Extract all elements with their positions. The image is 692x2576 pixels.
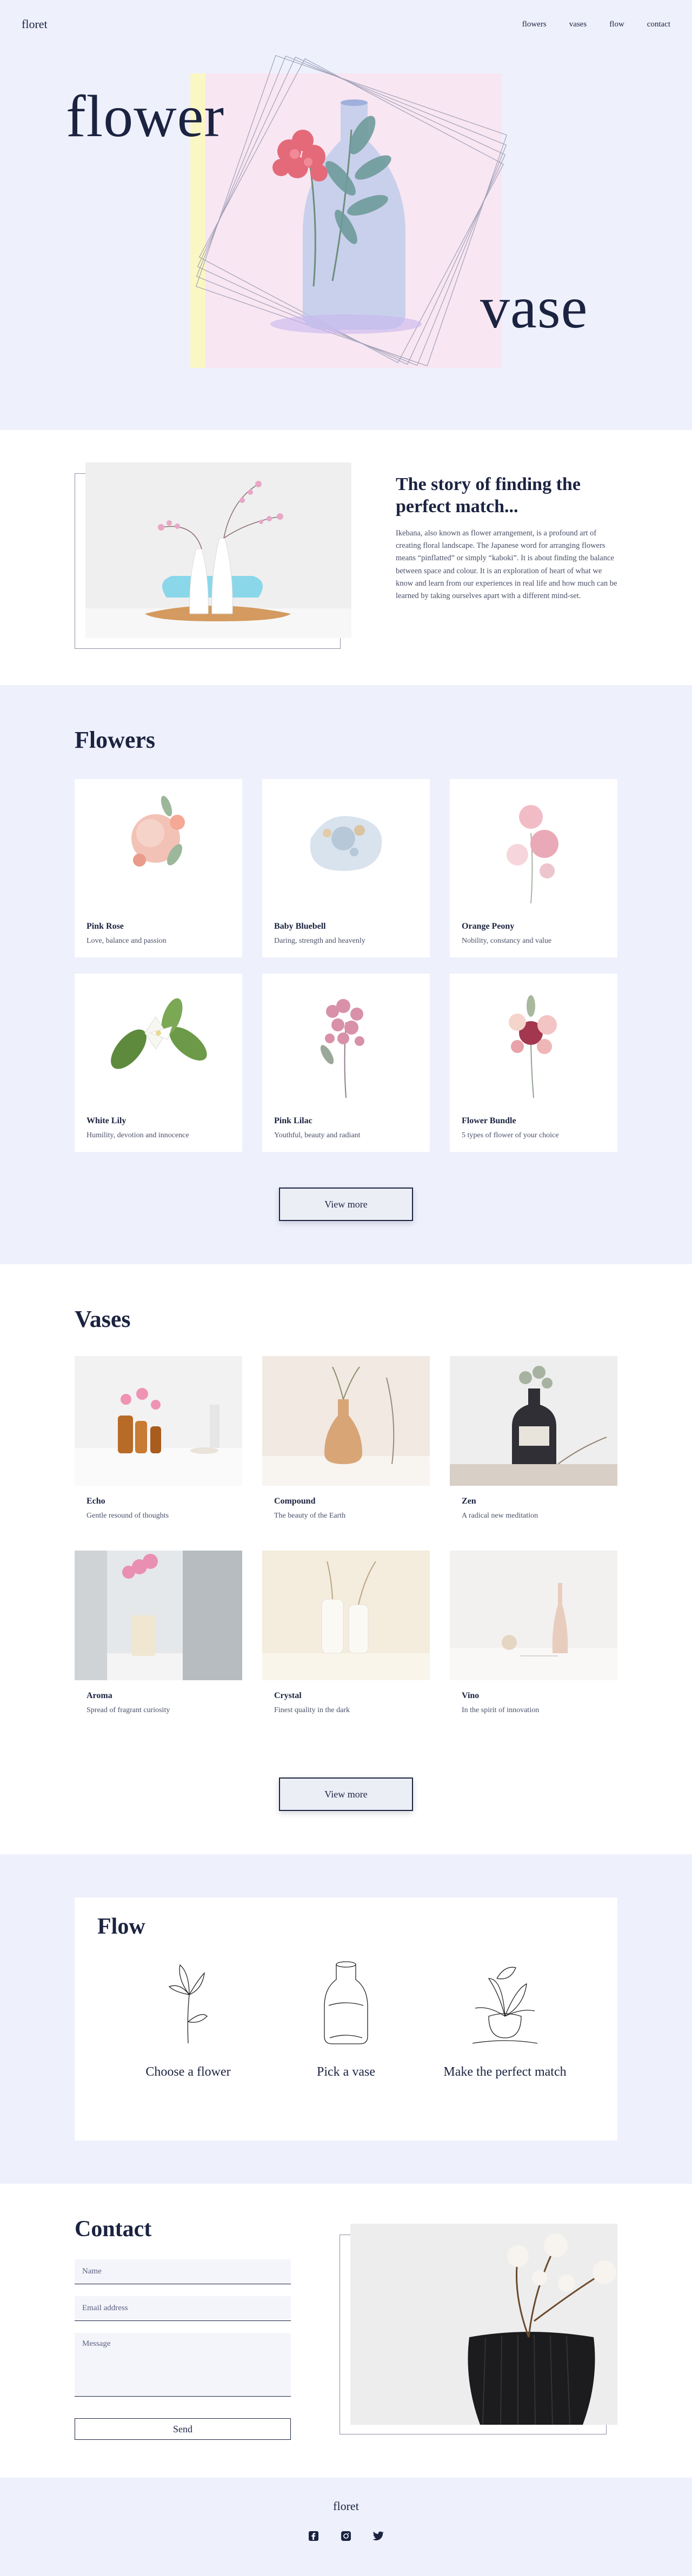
flower-line-icon	[168, 1964, 208, 2044]
flower-name: Pink Lilac	[274, 1116, 312, 1125]
facebook-icon[interactable]	[307, 2530, 320, 2543]
flower-card[interactable]: Baby Bluebell Daring, strength and heave…	[262, 779, 430, 957]
orange-peony-image	[450, 779, 617, 914]
flow-panel: Flow Choose a flower Pick a vase Make th…	[75, 1897, 617, 2141]
hero-word-flower: flower	[66, 83, 225, 149]
nav-link-flow[interactable]: flow	[609, 20, 624, 29]
nav-link-contact[interactable]: contact	[647, 20, 670, 29]
echo-vase-image	[75, 1356, 242, 1486]
flower-name: White Lily	[86, 1116, 127, 1125]
pink-rose-image	[75, 779, 242, 914]
flower-name: Baby Bluebell	[274, 922, 326, 931]
story-body: Ikebana, also known as flower arrangemen…	[396, 529, 617, 600]
instagram-icon[interactable]	[340, 2530, 352, 2543]
vase-desc: In the spirit of innovation	[462, 1706, 540, 1714]
flower-name: Pink Rose	[86, 922, 124, 931]
flower-desc: Love, balance and passion	[86, 937, 167, 945]
email-input[interactable]	[75, 2296, 291, 2321]
footer: floret	[0, 2478, 692, 2576]
vase-name: Zen	[462, 1497, 476, 1506]
vase-name: Echo	[86, 1497, 105, 1506]
flower-name: Orange Peony	[462, 922, 515, 931]
vase-desc: Finest quality in the dark	[274, 1706, 350, 1714]
zen-vase-image	[450, 1356, 617, 1486]
flower-desc: 5 types of flower of your choice	[462, 1131, 559, 1139]
vase-desc: The beauty of the Earth	[274, 1512, 346, 1520]
flower-desc: Youthful, beauty and radiant	[274, 1131, 361, 1139]
footer-logo[interactable]: floret	[0, 2499, 692, 2513]
pink-lilac-image	[262, 974, 430, 1109]
vases-view-more-button[interactable]: View more	[279, 1777, 413, 1811]
top-nav: floret flowers vases flow contact	[0, 0, 692, 49]
vase-name: Aroma	[86, 1691, 112, 1700]
arrangement-line-icon	[472, 1967, 538, 2044]
hero-flower-vase-illustration	[270, 99, 422, 334]
flow-step-1: Choose a flower	[123, 1957, 253, 2119]
nav-link-vases[interactable]: vases	[569, 20, 587, 29]
flow-step-3: Make the perfect match	[440, 1957, 570, 2119]
send-button[interactable]: Send	[75, 2418, 291, 2440]
nav-links: flowers vases flow contact	[522, 20, 670, 29]
white-lily-image	[75, 974, 242, 1109]
vase-card[interactable]: Compound The beauty of the Earth	[262, 1356, 430, 1534]
compound-vase-image	[262, 1356, 430, 1486]
flowers-title: Flowers	[75, 727, 156, 753]
vase-name: Compound	[274, 1497, 316, 1506]
nav-link-flowers[interactable]: flowers	[522, 20, 547, 29]
story-section: The story of finding the perfect match..…	[0, 430, 692, 685]
flow-step-label: Pick a vase	[317, 2065, 375, 2079]
vino-vase-image	[450, 1551, 617, 1680]
flower-card[interactable]: White Lily Humility, devotion and innoce…	[75, 974, 242, 1152]
name-input[interactable]	[75, 2259, 291, 2284]
flower-card[interactable]: Pink Lilac Youthful, beauty and radiant	[262, 974, 430, 1152]
vase-card[interactable]: Zen A radical new meditation	[450, 1356, 617, 1534]
contact-section: Contact Send	[0, 2184, 692, 2478]
site-logo[interactable]: floret	[22, 17, 48, 31]
flower-card[interactable]: Pink Rose Love, balance and passion	[75, 779, 242, 957]
contact-image	[350, 2224, 617, 2425]
flow-section: Flow Choose a flower Pick a vase Make th…	[0, 1854, 692, 2184]
crystal-vase-image	[262, 1551, 430, 1680]
flow-title: Flow	[97, 1914, 145, 1939]
vases-title: Vases	[75, 1306, 131, 1332]
story-image	[85, 462, 351, 638]
flower-card[interactable]: Orange Peony Nobility, constancy and val…	[450, 779, 617, 957]
message-input[interactable]	[75, 2333, 291, 2397]
social-links	[0, 2530, 692, 2543]
vase-desc: A radical new meditation	[462, 1512, 538, 1520]
vases-section: Vases Echo Gentle resound of thoughts Co…	[0, 1264, 692, 1854]
vase-card[interactable]: Aroma Spread of fragrant curiosity	[75, 1551, 242, 1729]
vase-card[interactable]: Crystal Finest quality in the dark	[262, 1551, 430, 1729]
aroma-vase-image	[75, 1551, 242, 1680]
flowers-section: Flowers Pink Rose Love, balance and pass…	[0, 685, 692, 1264]
twitter-icon[interactable]	[372, 2530, 385, 2543]
flower-bundle-image	[450, 974, 617, 1109]
vase-card[interactable]: Echo Gentle resound of thoughts	[75, 1356, 242, 1534]
flower-desc: Nobility, constancy and value	[462, 937, 552, 945]
flower-desc: Humility, devotion and innocence	[86, 1131, 189, 1139]
story-title: The story of finding the perfect match..…	[396, 474, 581, 517]
hero-section: flower vase	[0, 0, 692, 430]
flowers-view-more-button[interactable]: View more	[279, 1188, 413, 1221]
flower-desc: Daring, strength and heavenly	[274, 937, 365, 945]
vase-line-icon	[324, 1961, 368, 2044]
vase-name: Vino	[462, 1691, 480, 1700]
flow-step-label: Make the perfect match	[443, 2065, 567, 2079]
hero-word-vase: vase	[480, 274, 588, 340]
baby-bluebell-image	[262, 779, 430, 914]
vase-name: Crystal	[274, 1691, 302, 1700]
flow-step-2: Pick a vase	[281, 1957, 411, 2119]
flower-name: Flower Bundle	[462, 1116, 516, 1125]
vase-desc: Gentle resound of thoughts	[86, 1512, 169, 1520]
vase-card[interactable]: Vino In the spirit of innovation	[450, 1551, 617, 1729]
vase-desc: Spread of fragrant curiosity	[86, 1706, 170, 1714]
flower-card[interactable]: Flower Bundle 5 types of flower of your …	[450, 974, 617, 1152]
flow-step-label: Choose a flower	[145, 2065, 231, 2079]
contact-title: Contact	[75, 2217, 152, 2242]
